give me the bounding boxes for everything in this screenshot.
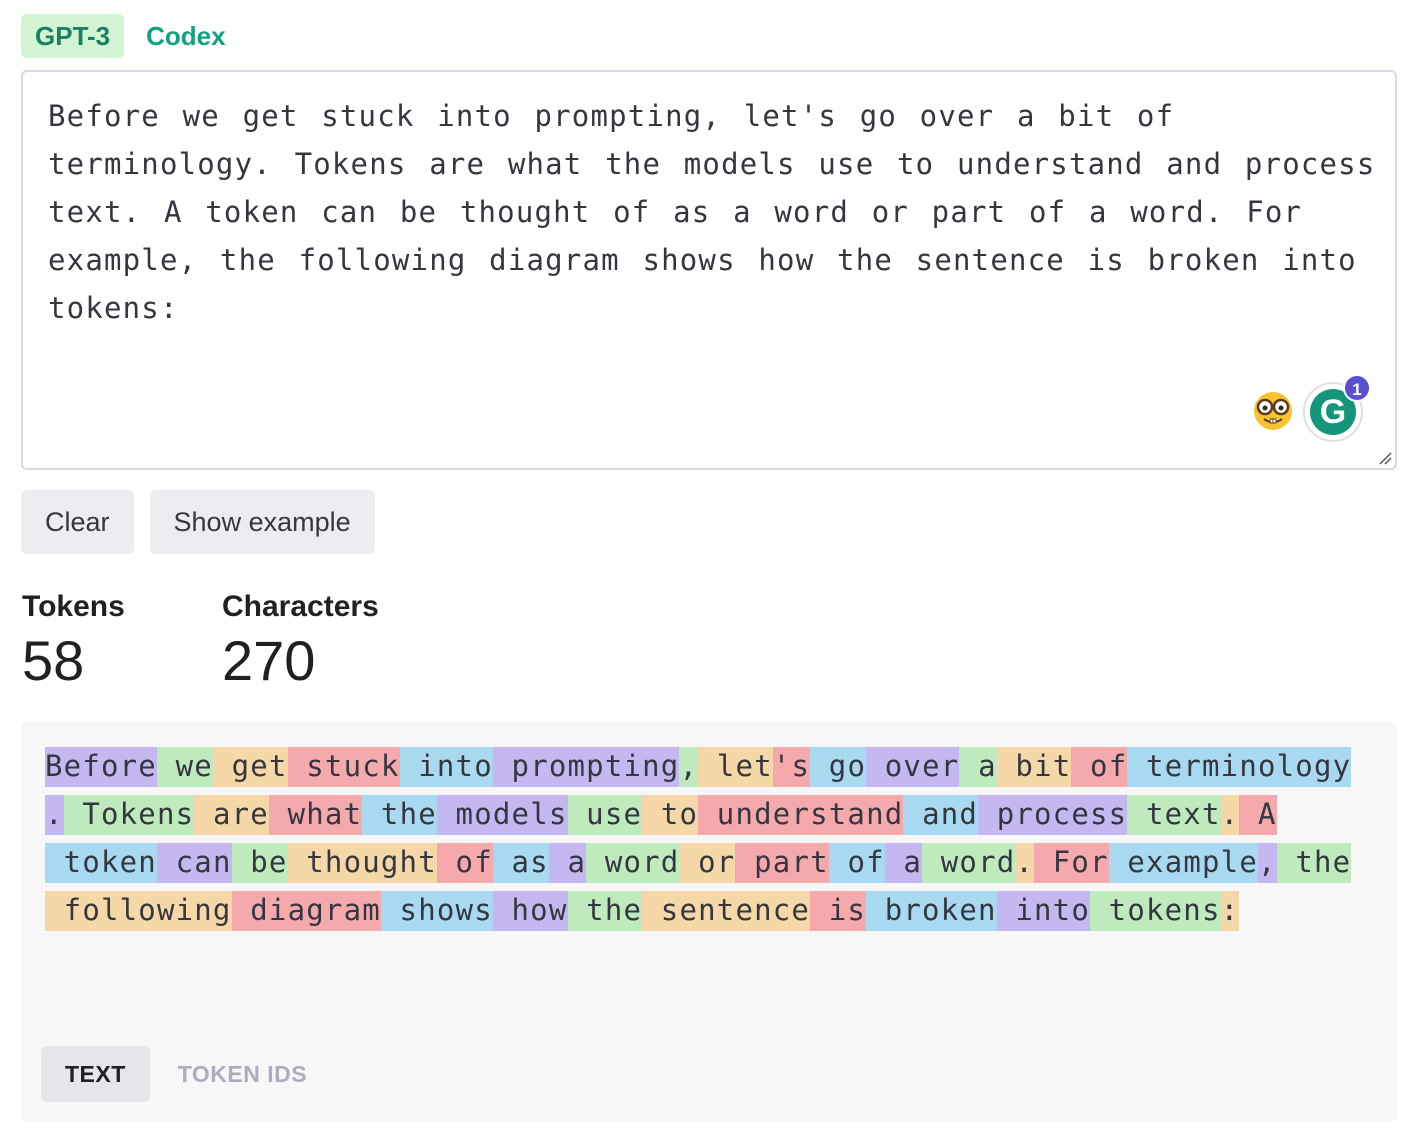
- token: process: [978, 795, 1128, 835]
- view-toggle: TEXT TOKEN IDS: [41, 1046, 331, 1102]
- characters-count: 270: [222, 629, 316, 692]
- token: can: [156, 843, 232, 883]
- token: example: [1108, 843, 1258, 883]
- token: ,: [1258, 843, 1277, 883]
- token: of: [828, 843, 885, 883]
- characters-stat: Characters 270: [222, 590, 379, 692]
- token: part: [735, 843, 829, 883]
- token: shows: [380, 891, 493, 931]
- token: how: [492, 891, 568, 931]
- token: For: [1034, 843, 1109, 883]
- tab-codex[interactable]: Codex: [132, 14, 239, 58]
- token: of: [1071, 747, 1128, 787]
- token: a: [548, 843, 587, 883]
- token: .: [1220, 795, 1240, 835]
- token: the: [567, 891, 643, 931]
- token: 's: [772, 747, 811, 787]
- token: a: [959, 747, 997, 787]
- tokens-count: 58: [22, 629, 85, 692]
- tokenized-text: Before we get stuck into prompting, let'…: [45, 742, 1365, 934]
- characters-label: Characters: [222, 590, 379, 623]
- token: over: [866, 747, 960, 787]
- token: are: [194, 795, 269, 835]
- token: :: [1220, 891, 1240, 931]
- tokens-stat: Tokens 58: [22, 590, 125, 692]
- token: is: [810, 891, 867, 931]
- token: bit: [996, 747, 1072, 787]
- token: go: [810, 747, 867, 787]
- token: prompting: [492, 747, 680, 787]
- token: ,: [679, 747, 699, 787]
- token: as: [492, 843, 549, 883]
- token: the: [1276, 843, 1352, 883]
- token: stuck: [287, 747, 400, 787]
- token: use: [567, 795, 643, 835]
- token: get: [212, 747, 288, 787]
- token: what: [268, 795, 363, 835]
- token: into: [996, 891, 1090, 931]
- token: diagram: [231, 891, 381, 931]
- grammarly-button[interactable]: G 1: [1303, 374, 1371, 442]
- prompt-textarea[interactable]: Before we get stuck into prompting, let'…: [21, 70, 1397, 470]
- token: models: [436, 795, 568, 835]
- token: broken: [866, 891, 997, 931]
- token: a: [884, 843, 923, 883]
- grammarly-badge: 1: [1343, 374, 1371, 402]
- token: understand: [698, 795, 904, 835]
- token: be: [231, 843, 288, 883]
- token-ids-view-button[interactable]: TOKEN IDS: [154, 1046, 331, 1102]
- tab-gpt3[interactable]: GPT-3: [21, 14, 125, 58]
- token: let: [698, 747, 773, 787]
- resize-grip-icon[interactable]: [1378, 451, 1392, 465]
- prompt-text[interactable]: Before we get stuck into prompting, let'…: [48, 92, 1378, 332]
- action-buttons: Clear Show example: [21, 490, 375, 554]
- tokens-label: Tokens: [22, 590, 125, 623]
- token: Before: [45, 747, 157, 787]
- token: A: [1239, 795, 1277, 835]
- token: sentence: [642, 891, 811, 931]
- token: tokens: [1090, 891, 1221, 931]
- token: terminology: [1127, 747, 1352, 787]
- text-view-button[interactable]: TEXT: [41, 1046, 150, 1102]
- token: .: [1015, 843, 1035, 883]
- clear-button[interactable]: Clear: [21, 490, 134, 554]
- token: into: [399, 747, 493, 787]
- token: to: [642, 795, 699, 835]
- token: word: [586, 843, 680, 883]
- token-visualization-panel: Before we get stuck into prompting, let'…: [21, 722, 1397, 1122]
- model-tabs: GPT-3 Codex: [21, 14, 240, 58]
- show-example-button[interactable]: Show example: [149, 490, 375, 554]
- token: we: [156, 747, 213, 787]
- nerd-face-icon: [1254, 392, 1292, 430]
- token: text: [1127, 795, 1221, 835]
- token: thought: [287, 843, 437, 883]
- token: and: [903, 795, 979, 835]
- token: token: [45, 843, 157, 883]
- token: .: [45, 795, 64, 835]
- token: or: [679, 843, 736, 883]
- token: of: [436, 843, 493, 883]
- token: the: [362, 795, 437, 835]
- token: Tokens: [63, 795, 195, 835]
- token: word: [922, 843, 1016, 883]
- token: following: [45, 891, 232, 931]
